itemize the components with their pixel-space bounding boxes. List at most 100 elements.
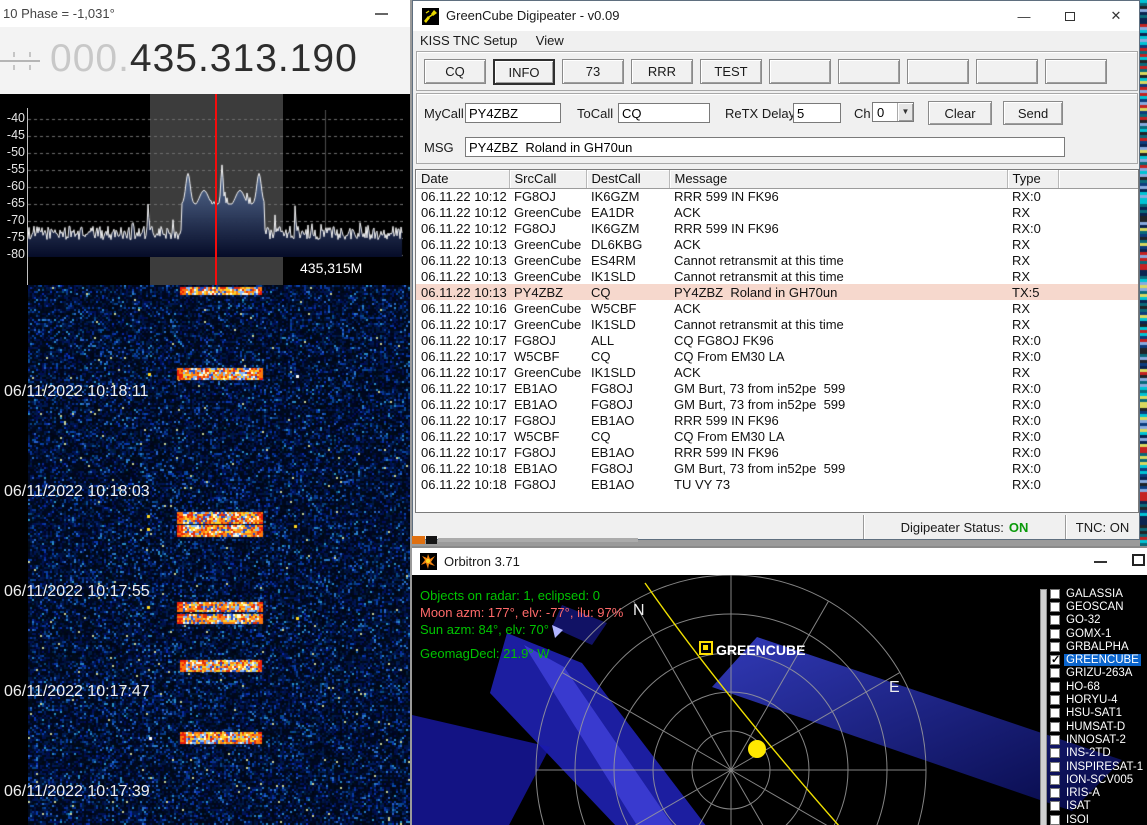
table-row[interactable]: 06.11.22 10:13GreenCubeIK1SLD Cannot ret… <box>416 268 1138 284</box>
table-row[interactable]: 06.11.22 10:18EB1AOFG8OJ GM Burt, 73 fro… <box>416 460 1138 476</box>
satellite-list: ✓ GALASSIA ✓ GEOSCAN ✓ GO-32 ✓ GOMX-1 ✓ … <box>1050 587 1147 825</box>
satellite-checkbox[interactable]: ✓ <box>1050 748 1060 758</box>
clear-button[interactable]: Clear <box>928 101 992 125</box>
satellite-checkbox[interactable]: ✓ <box>1050 801 1060 811</box>
mycall-input[interactable] <box>465 103 561 123</box>
menu-kiss-tnc-setup[interactable]: KISS TNC Setup <box>413 31 524 50</box>
macro-button-cq[interactable]: CQ <box>424 59 486 84</box>
tocall-input[interactable] <box>618 103 710 123</box>
satellite-list-item[interactable]: ✓ GOMX-1 <box>1050 627 1147 640</box>
table-row[interactable]: 06.11.22 10:17FG8OJEB1AO RRR 599 IN FK96… <box>416 444 1138 460</box>
satellite-list-item[interactable]: ✓ HO-68 <box>1050 680 1147 693</box>
table-row[interactable]: 06.11.22 10:13GreenCubeDL6KBG ACKRX <box>416 236 1138 252</box>
table-row[interactable]: 06.11.22 10:17GreenCubeIK1SLD Cannot ret… <box>416 316 1138 332</box>
satellite-list-item[interactable]: ✓ HSU-SAT1 <box>1050 707 1147 720</box>
waterfall-timestamp: 06/11/2022 10:17:55 <box>4 583 150 601</box>
table-row[interactable]: 06.11.22 10:13PY4ZBZCQ PY4ZBZ Roland in … <box>416 284 1138 300</box>
satellite-checkbox[interactable]: ✓ <box>1050 735 1060 745</box>
satellite-checkbox[interactable]: ✓ <box>1050 708 1060 718</box>
chevron-down-icon[interactable]: ▼ <box>897 103 913 121</box>
satellite-checkbox[interactable]: ✓ <box>1050 655 1060 665</box>
satellite-checkbox[interactable]: ✓ <box>1050 775 1060 785</box>
orbitron-titlebar[interactable]: Orbitron 3.71 <box>412 548 1147 575</box>
macro-button-73[interactable]: 73 <box>562 59 624 84</box>
macro-button-blank-8[interactable] <box>976 59 1038 84</box>
satellite-list-item[interactable]: ✓ GALASSIA <box>1050 587 1147 600</box>
tuning-line[interactable] <box>215 94 217 285</box>
macro-button-test[interactable]: TEST <box>700 59 762 84</box>
spectrum-display[interactable]: -40-45-50-55-60-65-70-75-80 435,315M <box>0 94 410 285</box>
orbitron-minimize-button[interactable] <box>1094 561 1107 563</box>
digipeater-close-button[interactable]: ✕ <box>1093 1 1139 31</box>
satellite-checkbox[interactable]: ✓ <box>1050 589 1060 599</box>
satellite-list-scrollbar[interactable] <box>1040 589 1047 825</box>
satellite-checkbox[interactable]: ✓ <box>1050 615 1060 625</box>
macro-button-info[interactable]: INFO <box>493 59 555 85</box>
satellite-list-item[interactable]: ✓ HUMSAT-D <box>1050 720 1147 733</box>
satellite-checkbox[interactable]: ✓ <box>1050 602 1060 612</box>
satellite-list-item[interactable]: ✓ GRIZU-263A <box>1050 667 1147 680</box>
orbitron-maximize-button[interactable] <box>1132 554 1145 566</box>
satellite-list-item[interactable]: ✓ ION-SCV005 <box>1050 773 1147 786</box>
orbitron-radar-view[interactable]: N E GREENCUBE Objects on radar: 1, eclip… <box>412 575 1147 825</box>
message-table-header[interactable]: DateSrcCallDestCallMessageType <box>416 170 1138 188</box>
satellite-checkbox[interactable]: ✓ <box>1050 722 1060 732</box>
channel-select[interactable]: 0 ▼ <box>872 102 914 122</box>
digipeater-maximize-button[interactable] <box>1047 1 1093 31</box>
table-row[interactable]: 06.11.22 10:17FG8OJALL CQ FG8OJ FK96RX:0 <box>416 332 1138 348</box>
macro-button-blank-7[interactable] <box>907 59 969 84</box>
satellite-checkbox[interactable]: ✓ <box>1050 642 1060 652</box>
table-row[interactable]: 06.11.22 10:18FG8OJEB1AO TU VY 73RX:0 <box>416 476 1138 492</box>
satellite-checkbox[interactable]: ✓ <box>1050 668 1060 678</box>
satellite-checkbox[interactable]: ✓ <box>1050 788 1060 798</box>
table-row[interactable]: 06.11.22 10:16GreenCubeW5CBF ACKRX <box>416 300 1138 316</box>
table-row[interactable]: 06.11.22 10:12FG8OJIK6GZM RRR 599 IN FK9… <box>416 188 1138 204</box>
send-button[interactable]: Send <box>1003 101 1063 125</box>
satellite-checkbox[interactable]: ✓ <box>1050 762 1060 772</box>
column-header[interactable]: Type <box>1007 170 1058 188</box>
table-row[interactable]: 06.11.22 10:17W5CBFCQ CQ From EM30 LARX:… <box>416 428 1138 444</box>
table-row[interactable]: 06.11.22 10:12GreenCubeEA1DR ACKRX <box>416 204 1138 220</box>
satellite-checkbox[interactable]: ✓ <box>1050 815 1060 825</box>
satellite-list-item[interactable]: ✓ INSPIRESAT-1 <box>1050 760 1147 773</box>
digipeater-titlebar[interactable]: GreenCube Digipeater - v0.09 — ✕ <box>413 1 1139 31</box>
macro-button-blank-9[interactable] <box>1045 59 1107 84</box>
table-row[interactable]: 06.11.22 10:17GreenCubeIK1SLD ACKRX <box>416 364 1138 380</box>
digipeater-minimize-button[interactable]: — <box>1001 1 1047 31</box>
macro-button-rrr[interactable]: RRR <box>631 59 693 84</box>
msg-input[interactable] <box>465 137 1065 157</box>
sdr-minimize-button[interactable] <box>375 13 388 15</box>
satellite-list-item[interactable]: ✓ GEOSCAN <box>1050 600 1147 613</box>
satellite-checkbox[interactable]: ✓ <box>1050 682 1060 692</box>
satellite-list-item[interactable]: ✓ HORYU-4 <box>1050 693 1147 706</box>
column-header[interactable]: SrcCall <box>509 170 586 188</box>
table-row[interactable]: 06.11.22 10:17EB1AOFG8OJ GM Burt, 73 fro… <box>416 380 1138 396</box>
column-header[interactable]: Date <box>416 170 509 188</box>
message-table[interactable]: DateSrcCallDestCallMessageType 06.11.22 … <box>415 169 1139 513</box>
sdr-titlebar[interactable]: 10 Phase = -1,031° <box>0 0 410 27</box>
satellite-checkbox[interactable]: ✓ <box>1050 695 1060 705</box>
macro-button-blank-5[interactable] <box>769 59 831 84</box>
satellite-checkbox[interactable]: ✓ <box>1050 629 1060 639</box>
table-row[interactable]: 06.11.22 10:17FG8OJEB1AO RRR 599 IN FK96… <box>416 412 1138 428</box>
satellite-list-item[interactable]: ✓ IRIS-A <box>1050 786 1147 799</box>
satellite-list-item[interactable]: ✓ ISAT <box>1050 800 1147 813</box>
macro-button-blank-6[interactable] <box>838 59 900 84</box>
table-row[interactable]: 06.11.22 10:12FG8OJIK6GZM RRR 599 IN FK9… <box>416 220 1138 236</box>
table-row[interactable]: 06.11.22 10:17W5CBFCQ CQ From EM30 LARX:… <box>416 348 1138 364</box>
satellite-list-item[interactable]: ✓ GO-32 <box>1050 614 1147 627</box>
satellite-list-item[interactable]: ✓ INS-2TD <box>1050 747 1147 760</box>
satellite-list-item[interactable]: ✓ GRBALPHA <box>1050 640 1147 653</box>
column-header[interactable]: Message <box>669 170 1007 188</box>
satellite-list-item[interactable]: ✓ ISOI <box>1050 813 1147 825</box>
menu-view[interactable]: View <box>529 31 571 50</box>
column-header[interactable]: DestCall <box>586 170 669 188</box>
waterfall-display[interactable]: 06/11/2022 10:18:1106/11/2022 10:18:0306… <box>0 285 410 825</box>
satellite-list-item[interactable]: ✓ GREENCUBE <box>1050 653 1147 666</box>
column-header[interactable] <box>1058 170 1138 188</box>
table-row[interactable]: 06.11.22 10:17EB1AOFG8OJ GM Burt, 73 fro… <box>416 396 1138 412</box>
frequency-display[interactable]: 000.435.313.190 <box>50 37 358 81</box>
satellite-list-item[interactable]: ✓ INNOSAT-2 <box>1050 733 1147 746</box>
retx-delay-input[interactable] <box>793 103 841 123</box>
table-row[interactable]: 06.11.22 10:13GreenCubeES4RM Cannot retr… <box>416 252 1138 268</box>
